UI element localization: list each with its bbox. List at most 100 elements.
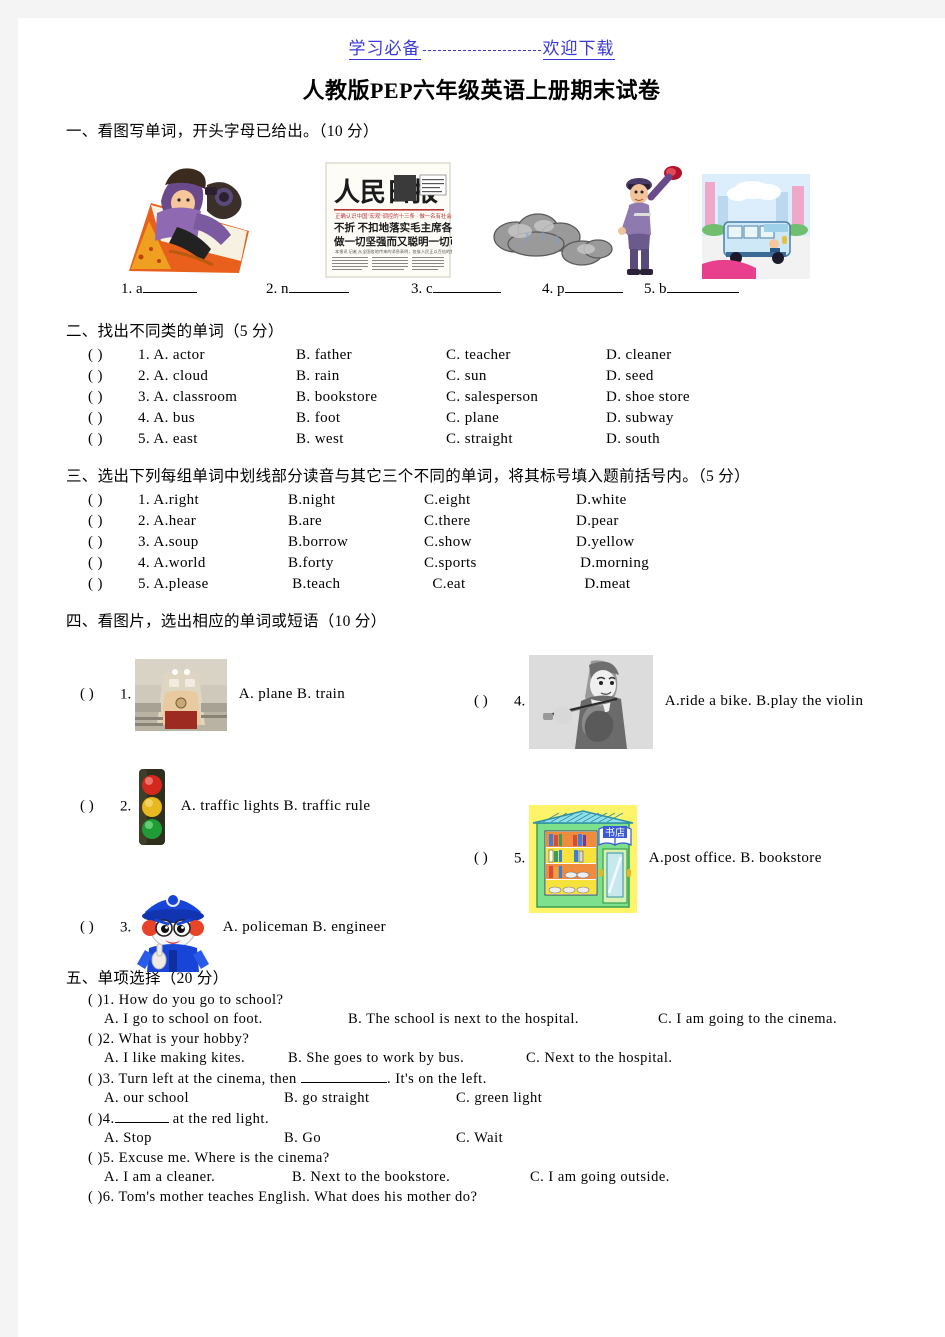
option-d[interactable]: D.meat — [576, 574, 649, 595]
section4-item-3: ( ) 3. A. policeman B. engineer — [80, 882, 386, 974]
option-text[interactable]: A. plane B. train — [239, 686, 345, 702]
option-c[interactable]: C. Wait — [456, 1130, 503, 1147]
option-b[interactable]: B. west — [296, 429, 446, 450]
option-d[interactable]: D. cleaner — [606, 345, 690, 366]
option-c[interactable]: C. sun — [446, 366, 606, 387]
answer-paren[interactable]: ( ) — [88, 1031, 103, 1047]
option-d[interactable]: D. subway — [606, 408, 690, 429]
option-c[interactable]: C. green light — [456, 1090, 542, 1107]
option-d[interactable]: D. shoe store — [606, 387, 690, 408]
option-b[interactable]: B. go straight — [284, 1090, 456, 1107]
option-d[interactable]: D. south — [606, 429, 690, 450]
answer-paren[interactable]: ( ) — [88, 429, 138, 450]
option-a[interactable]: 4. A. bus — [138, 408, 296, 429]
answer-paren[interactable]: ( ) — [88, 366, 138, 387]
option-b[interactable]: B.borrow — [288, 532, 424, 553]
option-c[interactable]: C. salesperson — [446, 387, 606, 408]
option-b[interactable]: B. Next to the bookstore. — [292, 1169, 530, 1186]
option-c[interactable]: C. straight — [446, 429, 606, 450]
option-b[interactable]: B.teach — [288, 574, 424, 595]
option-c[interactable]: C. teacher — [446, 345, 606, 366]
option-d[interactable]: D.pear — [576, 511, 649, 532]
section4-item-5: ( ) 5. 书店 A.post office. B. bookstore — [474, 805, 822, 913]
answer-paren[interactable]: ( ) — [88, 1071, 103, 1087]
answer-paren[interactable]: ( ) — [88, 1150, 103, 1166]
answer-paren[interactable]: ( ) — [474, 693, 514, 710]
option-a[interactable]: A. I like making kites. — [104, 1050, 288, 1067]
option-a[interactable]: 5. A.please — [138, 574, 288, 595]
option-a[interactable]: A. I go to school on foot. — [104, 1011, 348, 1028]
option-a[interactable]: 3. A. classroom — [138, 387, 296, 408]
option-d[interactable]: D.morning — [576, 553, 649, 574]
option-a[interactable]: 2. A. cloud — [138, 366, 296, 387]
option-text[interactable]: A. policeman B. engineer — [223, 919, 386, 935]
option-c[interactable]: C.show — [424, 532, 576, 553]
answer-paren[interactable]: ( ) — [88, 511, 138, 532]
option-b[interactable]: B.are — [288, 511, 424, 532]
item-number: 2. — [120, 798, 132, 815]
table-row: ( ) 3. A. classroom B. bookstore C. sale… — [88, 387, 690, 408]
blank-item-3: 3. c — [411, 279, 501, 298]
answer-paren[interactable]: ( ) — [88, 408, 138, 429]
blank-line-1[interactable] — [142, 279, 197, 293]
option-a[interactable]: 4. A.world — [138, 553, 288, 574]
answer-paren[interactable]: ( ) — [88, 992, 103, 1008]
option-d[interactable]: D.white — [576, 490, 649, 511]
watermark-left-text: 学习必备 — [348, 39, 421, 60]
option-a[interactable]: 1. A. actor — [138, 345, 296, 366]
option-c[interactable]: C. Next to the hospital. — [526, 1050, 673, 1067]
blank-line-3[interactable] — [432, 279, 501, 293]
blank-num-2: 2. — [266, 281, 278, 297]
option-c[interactable]: C. I am going outside. — [530, 1169, 670, 1186]
option-text[interactable]: A.ride a bike. B.play the violin — [665, 693, 864, 709]
answer-paren[interactable]: ( ) — [88, 532, 138, 553]
answer-paren[interactable]: ( ) — [80, 798, 120, 815]
option-c[interactable]: C.there — [424, 511, 576, 532]
option-a[interactable]: 3. A.soup — [138, 532, 288, 553]
blank-line-2[interactable] — [288, 279, 349, 293]
answer-paren[interactable]: ( ) — [88, 1111, 103, 1127]
option-b[interactable]: B. foot — [296, 408, 446, 429]
option-a[interactable]: A. I am a cleaner. — [104, 1169, 292, 1186]
option-d[interactable]: D.yellow — [576, 532, 649, 553]
option-c[interactable]: C.eight — [424, 490, 576, 511]
option-c[interactable]: C. I am going to the cinema. — [658, 1011, 837, 1028]
option-a[interactable]: A. our school — [104, 1090, 284, 1107]
blank-num-3: 3. — [411, 281, 423, 297]
answer-paren[interactable]: ( ) — [88, 574, 138, 595]
blank-num-4: 4. — [542, 281, 554, 297]
blank-line-4[interactable] — [564, 279, 623, 293]
question-blank-4[interactable] — [114, 1110, 169, 1123]
option-c[interactable]: C.sports — [424, 553, 576, 574]
option-b[interactable]: B. rain — [296, 366, 446, 387]
blank-item-5: 5. b — [644, 279, 739, 298]
option-b[interactable]: B.forty — [288, 553, 424, 574]
blank-line-5[interactable] — [666, 279, 739, 293]
answer-paren[interactable]: ( ) — [88, 345, 138, 366]
option-a[interactable]: 2. A.hear — [138, 511, 288, 532]
question-blank-3[interactable] — [300, 1070, 387, 1083]
answer-paren[interactable]: ( ) — [474, 850, 514, 867]
svg-text:书店: 书店 — [605, 826, 625, 839]
answer-paren[interactable]: ( ) — [88, 553, 138, 574]
option-a[interactable]: A. Stop — [104, 1130, 284, 1147]
answer-paren[interactable]: ( ) — [80, 686, 120, 703]
option-b[interactable]: B. The school is next to the hospital. — [348, 1011, 658, 1028]
answer-paren[interactable]: ( ) — [80, 919, 120, 936]
option-d[interactable]: D. seed — [606, 366, 690, 387]
option-b[interactable]: B.night — [288, 490, 424, 511]
answer-paren[interactable]: ( ) — [88, 387, 138, 408]
question-stem: Excuse me. Where is the cinema? — [118, 1150, 330, 1166]
option-c[interactable]: C. plane — [446, 408, 606, 429]
answer-paren[interactable]: ( ) — [88, 490, 138, 511]
option-a[interactable]: 5. A. east — [138, 429, 296, 450]
option-b[interactable]: B. bookstore — [296, 387, 446, 408]
answer-paren[interactable]: ( ) — [88, 1189, 103, 1205]
option-c[interactable]: C.eat — [424, 574, 576, 595]
option-a[interactable]: 1. A.right — [138, 490, 288, 511]
option-b[interactable]: B. She goes to work by bus. — [288, 1050, 526, 1067]
option-b[interactable]: B. father — [296, 345, 446, 366]
option-b[interactable]: B. Go — [284, 1130, 456, 1147]
option-text[interactable]: A. traffic lights B. traffic rule — [181, 798, 371, 814]
option-text[interactable]: A.post office. B. bookstore — [649, 850, 822, 866]
